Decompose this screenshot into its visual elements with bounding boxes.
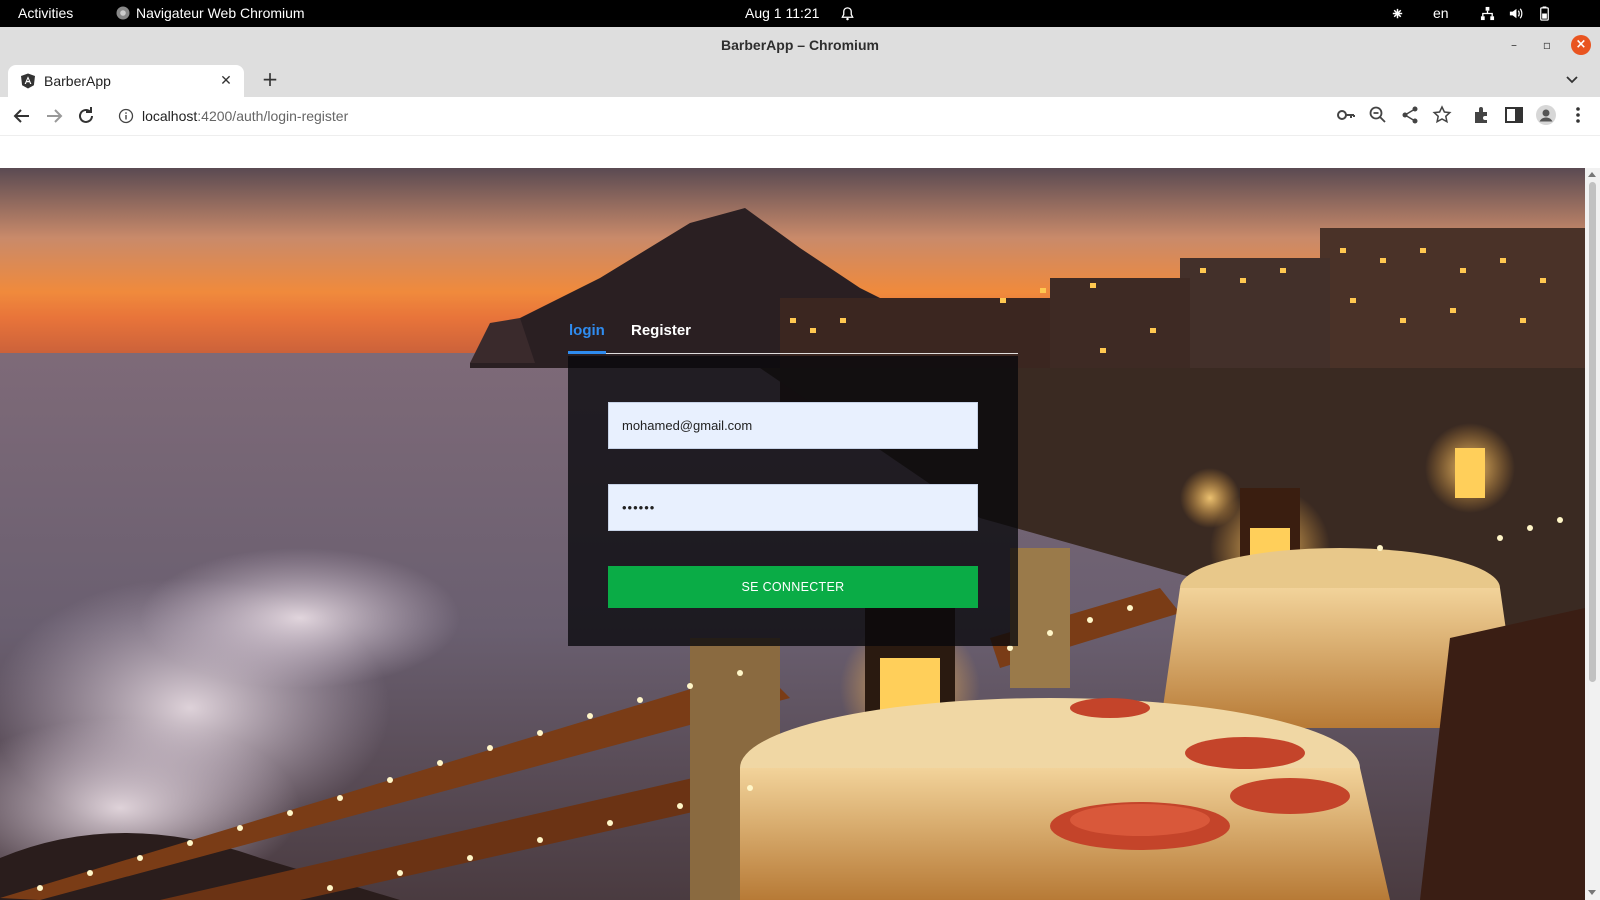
maximize-icon[interactable]: ▫ <box>1537 35 1557 55</box>
tab-register[interactable]: Register <box>631 318 691 354</box>
page-header-strip <box>0 136 1600 168</box>
activities-button[interactable]: Activities <box>18 0 73 27</box>
forward-arrow-icon[interactable] <box>42 104 66 128</box>
browser-tab[interactable]: BarberApp ✕ <box>8 65 244 97</box>
side-panel-icon[interactable] <box>1503 104 1525 126</box>
login-form: mohamed@gmail.com •••••• SE CONNECTER <box>568 356 1018 646</box>
wired-network-icon[interactable] <box>1480 6 1495 21</box>
close-tab-icon[interactable]: ✕ <box>216 71 236 91</box>
scroll-down-icon[interactable] <box>1588 890 1596 895</box>
zoom-icon[interactable] <box>1367 104 1389 126</box>
window-title: BarberApp – Chromium <box>721 37 879 53</box>
minimize-icon[interactable]: – <box>1504 35 1524 55</box>
clock[interactable]: Aug 1 11:21 <box>745 0 819 27</box>
extensions-icon[interactable] <box>1471 104 1493 126</box>
app-menu[interactable]: Navigateur Web Chromium <box>116 0 305 27</box>
page-scrollbar[interactable] <box>1585 168 1600 900</box>
info-icon[interactable] <box>118 108 134 124</box>
auth-tabs: login Register <box>568 318 1018 354</box>
url-host: localhost <box>142 108 198 124</box>
close-window-icon[interactable]: × <box>1571 35 1591 55</box>
url-path: :4200/auth/login-register <box>197 108 349 124</box>
window-title-bar: BarberApp – Chromium – ▫ × <box>0 27 1600 63</box>
app-name: Navigateur Web Chromium <box>136 5 305 21</box>
system-top-bar: Activities Navigateur Web Chromium Aug 1… <box>0 0 1600 27</box>
browser-toolbar: localhost:4200/auth/login-register <box>0 97 1600 136</box>
angular-icon <box>21 73 35 89</box>
tab-search-chevron-icon[interactable] <box>1562 69 1582 89</box>
scroll-thumb[interactable] <box>1589 182 1596 682</box>
scroll-up-icon[interactable] <box>1588 172 1596 177</box>
tab-strip: BarberApp ✕ + <box>0 63 1600 97</box>
keyboard-language[interactable]: en <box>1433 0 1449 27</box>
key-icon[interactable] <box>1335 104 1357 126</box>
volume-icon[interactable] <box>1508 6 1523 21</box>
network-icon[interactable] <box>1390 6 1405 21</box>
battery-icon[interactable] <box>1537 6 1552 21</box>
reload-icon[interactable] <box>74 104 98 128</box>
profile-icon[interactable] <box>1535 104 1557 126</box>
back-arrow-icon[interactable] <box>10 104 34 128</box>
menu-icon[interactable] <box>1567 104 1589 126</box>
address-bar[interactable]: localhost:4200/auth/login-register <box>108 100 1578 132</box>
chromium-icon <box>116 6 130 20</box>
tab-title: BarberApp <box>44 73 111 89</box>
login-submit-button[interactable]: SE CONNECTER <box>608 566 978 608</box>
password-field[interactable]: •••••• <box>608 484 978 531</box>
star-icon[interactable] <box>1431 104 1453 126</box>
page-viewport: login Register mohamed@gmail.com •••••• … <box>0 168 1585 900</box>
email-field[interactable]: mohamed@gmail.com <box>608 402 978 449</box>
url-text[interactable]: localhost:4200/auth/login-register <box>142 100 348 132</box>
notification-bell-icon <box>841 7 854 21</box>
new-tab-icon[interactable]: + <box>258 67 282 91</box>
tab-login[interactable]: login <box>568 318 606 354</box>
share-icon[interactable] <box>1399 104 1421 126</box>
